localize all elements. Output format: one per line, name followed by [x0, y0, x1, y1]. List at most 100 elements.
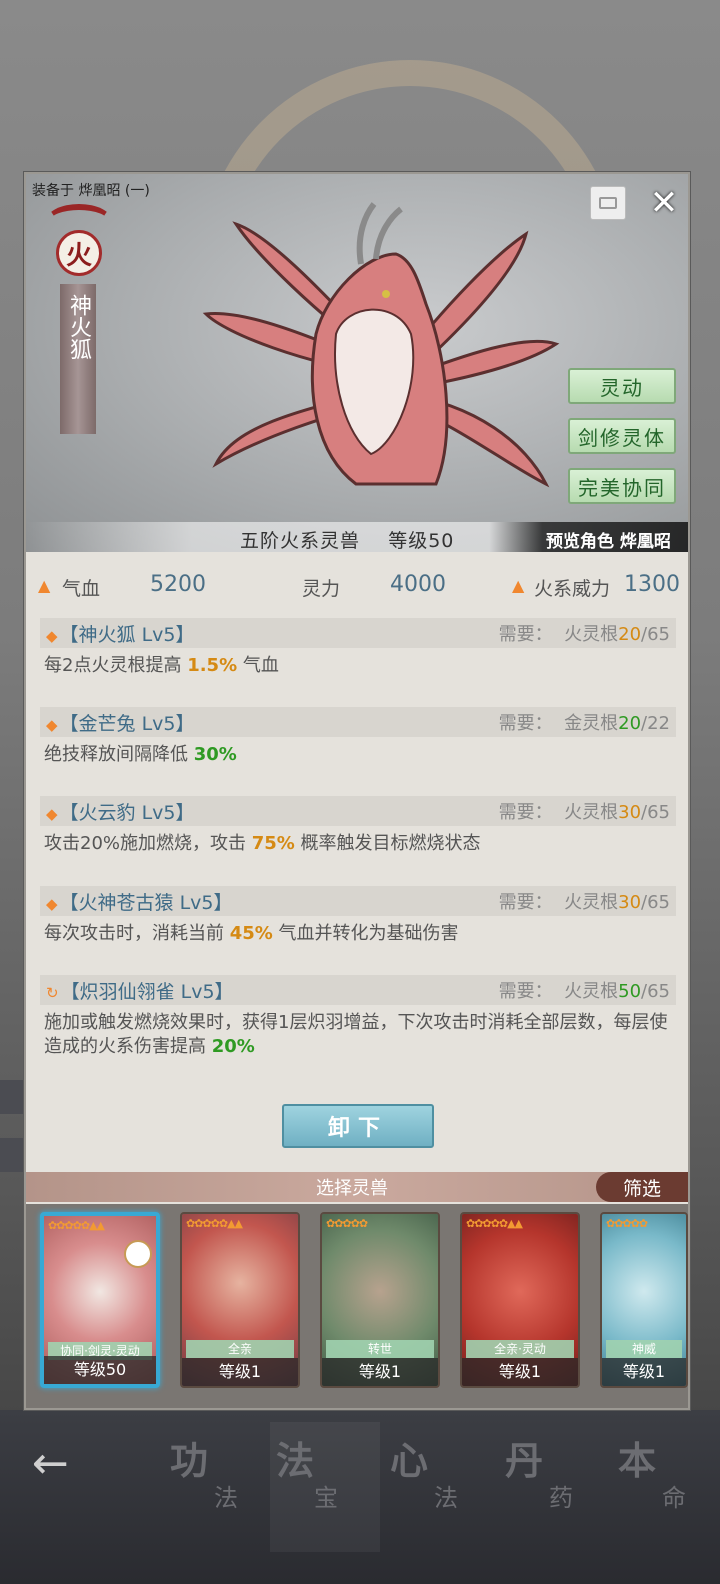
skill-entry: ◆ 【火云豹 Lv5】 需要： 火灵根30/65 攻击20%施加燃烧，攻击 75%…	[40, 796, 676, 862]
req-max: /65	[641, 624, 670, 645]
req-type: 火灵根	[564, 892, 619, 913]
beast-name-ribbon: 神火狐	[60, 284, 96, 434]
hero-area: 装备于 烨凰昭 (一) 火 神火狐 ✕ 灵动 剑修灵体 完美协同 五阶火系灵兽 …	[26, 174, 688, 552]
nav-item-gongfa[interactable]: 功 法	[170, 1422, 280, 1552]
nav-item-fabao[interactable]: 法 宝	[270, 1422, 380, 1552]
nav-item-danyao[interactable]: 丹 药	[505, 1422, 615, 1552]
skill-title: ◆ 【神火狐 Lv5】	[46, 620, 195, 647]
req-type: 火灵根	[564, 624, 619, 645]
desc-highlight: 20%	[211, 1036, 255, 1057]
stats-row: ▲ 气血 5200 灵力 4000 ▲ 火系威力 1300	[26, 566, 688, 606]
req-current: 20	[618, 624, 642, 645]
beast-rank-level: 五阶火系灵兽 等级50	[240, 526, 454, 553]
nav-item-big: 功	[170, 1439, 209, 1483]
skill-header: ↻ 【炽羽仙翎雀 Lv5】 需要： 火灵根50/65	[40, 975, 676, 1005]
fox-illustration	[202, 202, 560, 488]
beast-name: 神火狐	[66, 294, 91, 360]
desc-text: 每次攻击时，消耗当前	[44, 923, 230, 944]
stat-label-hp: 气血	[62, 578, 101, 600]
tag-button-jianxiu[interactable]: 剑修灵体	[568, 418, 676, 454]
desc-text: 气血	[237, 655, 279, 676]
star-rating-icon: ✿✿✿✿✿▲▲	[466, 1217, 523, 1230]
star-rating-icon: ✿✿✿✿✿▲▲	[186, 1217, 243, 1230]
stat-label-fire-power: 火系威力	[534, 578, 611, 600]
req-max: /65	[641, 802, 670, 823]
req-current: 50	[618, 981, 642, 1002]
desc-text: 气血并转化为基础伤害	[272, 923, 459, 944]
req-current: 20	[618, 713, 642, 734]
tag-button-lingdong[interactable]: 灵动	[568, 368, 676, 404]
beast-card-list: ✿✿✿✿✿▲▲ 协同·剑灵·灵动 等级50 ✿✿✿✿✿▲▲ 全亲 等级1 ✿✿✿…	[26, 1204, 688, 1408]
beast-card-phoenix[interactable]: ✿✿✿✿✿▲▲ 全亲 等级1	[180, 1212, 300, 1388]
skill-header: ◆ 【金芒兔 Lv5】 需要： 金灵根20/22	[40, 707, 676, 737]
up-arrow-icon: ▲	[38, 576, 51, 595]
req-type: 火灵根	[564, 981, 619, 1002]
beast-card-fire-fox[interactable]: ✿✿✿✿✿▲▲ 协同·剑灵·灵动 等级50	[40, 1212, 160, 1388]
skill-requirement: 需要： 火灵根30/65	[499, 798, 670, 824]
skill-name: 【金芒兔 Lv5】	[59, 712, 195, 735]
nav-item-small: 宝	[314, 1484, 338, 1512]
skill-requirement: 需要： 金灵根20/22	[499, 709, 670, 735]
preview-character-label[interactable]: 预览角色 烨凰昭	[546, 527, 671, 552]
desc-text: 概率触发目标燃烧状态	[294, 833, 481, 854]
req-current: 30	[618, 802, 642, 823]
skill-description: 每次攻击时，消耗当前 45% 气血并转化为基础伤害	[40, 916, 676, 952]
close-button[interactable]: ✕	[646, 183, 682, 223]
skill-description: 攻击20%施加燃烧，攻击 75% 概率触发目标燃烧状态	[40, 826, 676, 862]
nav-item-big: 法	[276, 1439, 315, 1483]
spirit-beast-panel: 装备于 烨凰昭 (一) 火 神火狐 ✕ 灵动 剑修灵体 完美协同 五阶火系灵兽 …	[24, 172, 690, 1410]
req-type: 金灵根	[564, 713, 619, 734]
refresh-icon: ↻	[46, 983, 59, 1002]
card-trait: 全亲·灵动	[466, 1340, 574, 1358]
req-max: /22	[641, 713, 670, 734]
skill-requirement: 需要： 火灵根20/65	[499, 620, 670, 646]
nav-item-benming[interactable]: 本 命	[618, 1422, 720, 1552]
nav-item-xinfa[interactable]: 心 法	[390, 1422, 500, 1552]
stat-value-hp: 5200	[150, 572, 206, 597]
filter-button[interactable]: 筛选	[596, 1172, 688, 1202]
diamond-icon: ◆	[46, 626, 58, 645]
beast-card-ice[interactable]: ✿✿✿✿✿ 神威 等级1	[600, 1212, 688, 1388]
card-level: 等级1	[602, 1358, 686, 1386]
req-label: 需要：	[498, 713, 553, 734]
up-arrow-icon: ▲	[512, 576, 525, 595]
stat-value-mana: 4000	[390, 572, 446, 597]
card-view-button[interactable]	[590, 186, 626, 220]
skill-header: ◆ 【火云豹 Lv5】 需要： 火灵根30/65	[40, 796, 676, 826]
desc-text: 攻击20%施加燃烧，攻击	[44, 833, 252, 854]
req-type: 火灵根	[564, 802, 619, 823]
nav-item-big: 丹	[505, 1439, 544, 1483]
skill-description: 施加或触发燃烧效果时，获得1层炽羽增益，下次攻击时消耗全部层数，每层使造成的火系…	[40, 1005, 676, 1065]
card-trait: 神威	[606, 1340, 682, 1358]
beast-card-dragon[interactable]: ✿✿✿✿✿ 转世 等级1	[320, 1212, 440, 1388]
unequip-button[interactable]: 卸下	[282, 1104, 434, 1148]
card-level: 等级1	[322, 1358, 438, 1386]
req-label: 需要：	[498, 981, 553, 1002]
skill-requirement: 需要： 火灵根50/65	[499, 977, 670, 1003]
back-arrow-icon[interactable]: ←	[32, 1438, 69, 1489]
card-level: 等级1	[462, 1358, 578, 1386]
star-rating-icon: ✿✿✿✿✿	[326, 1217, 368, 1230]
req-label: 需要：	[498, 624, 553, 645]
desc-highlight: 75%	[251, 833, 295, 854]
character-avatar	[124, 1240, 152, 1268]
nav-item-small: 法	[214, 1484, 238, 1512]
req-label: 需要：	[498, 802, 553, 823]
card-level: 等级50	[44, 1356, 156, 1384]
nav-item-small: 命	[662, 1484, 686, 1512]
tag-button-xietong[interactable]: 完美协同	[568, 468, 676, 504]
skill-header: ◆ 【火神苍古猿 Lv5】 需要： 火灵根30/65	[40, 886, 676, 916]
diamond-icon: ◆	[46, 715, 58, 734]
star-rating-icon: ✿✿✿✿✿	[606, 1217, 648, 1230]
skill-entry: ◆ 【金芒兔 Lv5】 需要： 金灵根20/22 绝技释放间隔降低 30%	[40, 707, 676, 773]
skill-description: 每2点火灵根提高 1.5% 气血	[40, 648, 676, 684]
desc-text: 施加或触发燃烧效果时，获得1层炽羽增益，下次攻击时消耗全部层数，每层使造成的火系…	[44, 1012, 668, 1057]
fire-element-badge: 火	[56, 230, 102, 276]
skill-requirement: 需要： 火灵根30/65	[499, 888, 670, 914]
skill-entry: ◆ 【神火狐 Lv5】 需要： 火灵根20/65 每2点火灵根提高 1.5% 气血	[40, 618, 676, 684]
star-rating-icon: ✿✿✿✿✿▲▲	[48, 1219, 105, 1232]
skill-entry: ↻ 【炽羽仙翎雀 Lv5】 需要： 火灵根50/65 施加或触发燃烧效果时，获得1…	[40, 975, 676, 1065]
diamond-icon: ◆	[46, 804, 58, 823]
desc-highlight: 30%	[193, 744, 237, 765]
beast-card-ape[interactable]: ✿✿✿✿✿▲▲ 全亲·灵动 等级1	[460, 1212, 580, 1388]
